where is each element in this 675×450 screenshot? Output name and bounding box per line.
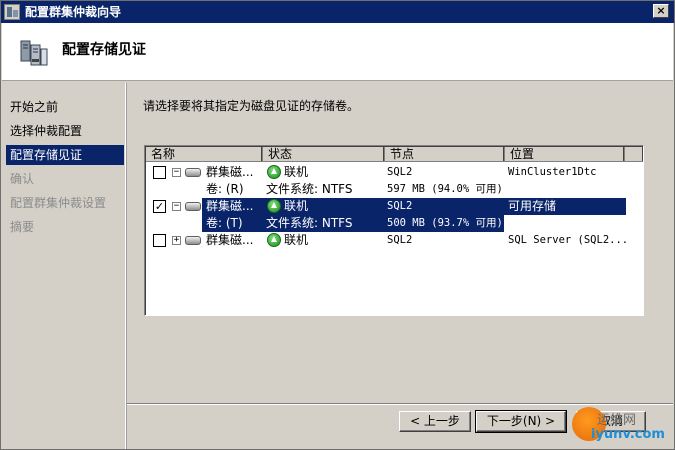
- row-name: 群集磁...: [206, 233, 254, 247]
- row-status: 联机: [284, 165, 309, 179]
- row-node: SQL2: [387, 200, 413, 212]
- row-location: SQL Server (SQL2...: [508, 234, 629, 246]
- instruction-text: 请选择要将其指定为磁盘见证的存储卷。: [143, 99, 360, 113]
- server-cluster-icon: [20, 40, 48, 66]
- row-name: 群集磁...: [206, 165, 254, 179]
- row-status: 联机: [284, 233, 309, 247]
- nav-step-before-you-begin[interactable]: 开始之前: [6, 97, 124, 117]
- watermark-site-name: 运维网: [597, 413, 637, 428]
- site-watermark: 运维网 iyunv.com: [569, 403, 673, 449]
- next-button[interactable]: 下一步(N) >: [475, 410, 567, 433]
- nav-step-confirm: 确认: [10, 172, 35, 186]
- row-size: 500 MB (93.7% 可用): [387, 217, 503, 229]
- row-expander[interactable]: −: [172, 168, 181, 177]
- row-checkbox[interactable]: [153, 166, 166, 179]
- online-arrow-icon: [267, 233, 281, 247]
- row-checkbox[interactable]: [153, 234, 166, 247]
- row-expander[interactable]: −: [172, 202, 181, 211]
- row-highlight-top: [202, 198, 626, 215]
- list-header: 名称 状态 节点 位置: [146, 147, 643, 162]
- row-volume: 卷: (T): [206, 216, 243, 230]
- column-header-status[interactable]: 状态: [263, 147, 385, 162]
- table-row[interactable]: − 群集磁... 联机 SQL2 WinCluster1Dtc 卷: (R) 文…: [146, 164, 643, 198]
- column-header-node[interactable]: 节点: [385, 147, 505, 162]
- row-expander[interactable]: +: [172, 236, 181, 245]
- wizard-step-nav: 开始之前 选择仲裁配置 配置存储见证 确认 配置群集仲裁设置 摘要: [2, 83, 126, 449]
- cluster-wizard-icon: [4, 4, 20, 20]
- disk-icon: [185, 168, 201, 177]
- row-filesystem: 文件系统: NTFS: [266, 182, 353, 196]
- online-arrow-icon: [267, 199, 281, 213]
- row-filesystem: 文件系统: NTFS: [266, 216, 353, 230]
- row-location: 可用存储: [508, 199, 557, 213]
- row-checkbox[interactable]: ✓: [153, 200, 166, 213]
- column-header-location[interactable]: 位置: [505, 147, 625, 162]
- table-row[interactable]: + 群集磁... 联机 SQL2 SQL Server (SQL2...: [146, 232, 643, 250]
- row-size: 597 MB (94.0% 可用): [387, 183, 503, 195]
- row-name: 群集磁...: [206, 199, 254, 213]
- prev-button[interactable]: < 上一步: [399, 411, 471, 432]
- online-arrow-icon: [267, 165, 281, 179]
- storage-volume-list[interactable]: 名称 状态 节点 位置 − 群集磁... 联机 SQL2 WinCluster1…: [144, 145, 644, 316]
- close-button[interactable]: ×: [653, 4, 669, 18]
- nav-step-configure-witness[interactable]: 配置存储见证: [6, 145, 124, 165]
- column-header-filler: [625, 147, 643, 162]
- page-title: 配置存储见证: [62, 42, 146, 58]
- wizard-header: 配置存储见证: [2, 23, 673, 81]
- table-row-selected[interactable]: ✓ − 群集磁... 联机 SQL2 可用存储 卷: (T) 文件系统: NTF…: [146, 198, 643, 232]
- nav-step-configure-quorum-settings: 配置群集仲裁设置: [10, 196, 107, 210]
- row-location: WinCluster1Dtc: [508, 166, 597, 178]
- column-header-name[interactable]: 名称: [146, 147, 263, 162]
- row-node: SQL2: [387, 234, 413, 246]
- disk-icon: [185, 236, 201, 245]
- disk-icon: [185, 202, 201, 211]
- title-bar[interactable]: 配置群集仲裁向导 ×: [1, 1, 674, 23]
- row-volume: 卷: (R): [206, 182, 244, 196]
- nav-step-summary: 摘要: [10, 220, 35, 234]
- nav-step-select-quorum[interactable]: 选择仲裁配置: [6, 121, 124, 141]
- window-title: 配置群集仲裁向导: [25, 5, 122, 19]
- row-node: SQL2: [387, 166, 413, 178]
- watermark-domain: iyunv.com: [591, 427, 665, 442]
- wizard-window: 配置群集仲裁向导 × 配置存储见证 开始之前 选择仲裁配置 配置存储见证 确认 …: [0, 0, 675, 450]
- row-status: 联机: [284, 199, 309, 213]
